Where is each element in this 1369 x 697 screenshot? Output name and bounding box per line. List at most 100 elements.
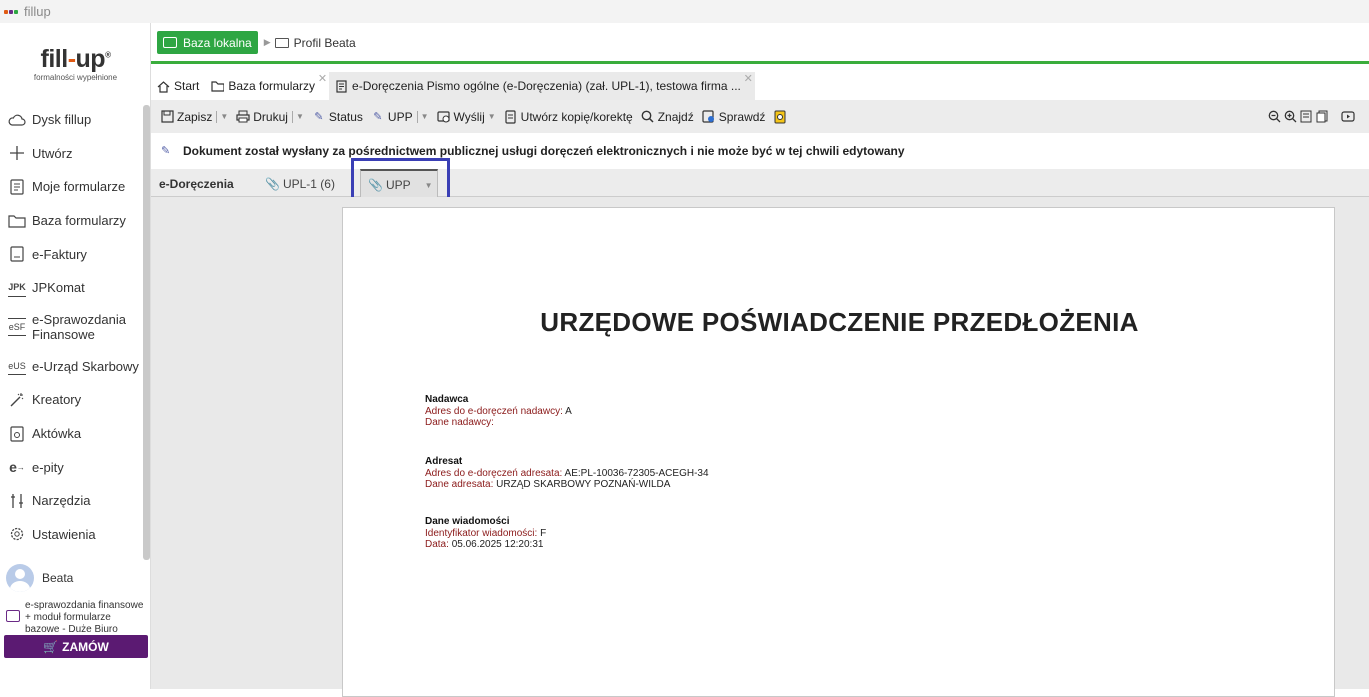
- tab-upp[interactable]: 📎 UPP ▼: [360, 169, 438, 199]
- home-icon: [157, 80, 170, 93]
- breadcrumb-profile[interactable]: Profil Beata: [274, 36, 356, 50]
- sidebar-item-baza-formularzy[interactable]: Baza formularzy: [0, 204, 143, 238]
- sidebar-item-moje-formularze[interactable]: Moje formularze: [0, 170, 143, 204]
- sidebar-item-aktowka[interactable]: Aktówka: [0, 417, 143, 451]
- sidebar-item-esprawozdania[interactable]: eSF e-Sprawozdania Finansowe: [0, 305, 143, 350]
- sidebar-item-label: Ustawienia: [32, 526, 96, 542]
- badge-icon: [773, 110, 787, 124]
- check-button[interactable]: Sprawdź: [702, 110, 765, 124]
- page-view-icon[interactable]: [1299, 109, 1313, 123]
- window-titlebar: fillup: [0, 0, 1369, 23]
- eus-icon: eUS: [8, 357, 26, 376]
- notice-text: Dokument został wysłany za pośrednictwem…: [183, 144, 905, 158]
- sidebar-item-label: e-Faktury: [32, 246, 87, 262]
- read-only-notice: ✎ Dokument został wysłany za pośrednictw…: [151, 133, 1369, 169]
- copy-correction-button[interactable]: Utwórz kopię/korektę: [504, 110, 633, 124]
- pages-icon[interactable]: [1315, 109, 1329, 123]
- chevron-down-icon[interactable]: ▼: [421, 112, 429, 121]
- folder-icon: [274, 37, 289, 48]
- magic-wand-icon: [8, 391, 26, 409]
- paperclip-icon: 📎: [368, 178, 383, 192]
- header-divider: [151, 61, 1369, 64]
- sidebar-item-label: Dysk fillup: [32, 112, 92, 128]
- sidebar-item-eurzad[interactable]: eUS e-Urząd Skarbowy: [0, 350, 143, 384]
- attachment-tabs-label: e-Doręczenia: [159, 177, 234, 191]
- sidebar-scrollbar[interactable]: [143, 105, 150, 560]
- logo: fill-up® formalności wypełnione: [0, 45, 151, 82]
- avatar: [6, 564, 34, 592]
- find-label: Znajdź: [657, 109, 694, 124]
- folder-icon: [211, 80, 225, 93]
- upp-label: UPP: [387, 109, 413, 124]
- document-icon: [335, 79, 348, 93]
- chevron-down-icon[interactable]: ▼: [220, 112, 228, 121]
- find-button[interactable]: Znajdź: [641, 110, 694, 124]
- chevron-right-icon: ▶: [263, 37, 271, 47]
- esf-icon: eSF: [8, 318, 26, 337]
- logo-brand-a: fill: [40, 45, 69, 73]
- document-title: URZĘDOWE POŚWIADCZENIE PRZEDŁOŻENIA: [540, 307, 1139, 337]
- status-button[interactable]: ✎ Status: [312, 110, 363, 124]
- order-button[interactable]: 🛒 ZAMÓW: [4, 635, 148, 658]
- sidebar-item-dysk[interactable]: Dysk fillup: [0, 103, 143, 137]
- chevron-down-icon[interactable]: ▼: [488, 112, 496, 121]
- tab-upl-1[interactable]: 📎 UPL-1 (6): [265, 177, 335, 191]
- plus-icon: [8, 144, 26, 162]
- upp-button[interactable]: ✎ UPP ▼: [371, 109, 429, 124]
- sender-address-value: A: [565, 405, 572, 417]
- recipient-heading: Adresat: [425, 456, 463, 467]
- save-button[interactable]: Zapisz ▼: [160, 110, 228, 124]
- app-logo-icon: [4, 7, 18, 17]
- tab-upp-label: UPP: [385, 178, 411, 192]
- toolbar-separator: [416, 110, 418, 123]
- message-date-key: Data:: [425, 539, 449, 550]
- sidebar-item-label: e-pity: [32, 459, 64, 475]
- sidebar-item-label: Narzędzia: [32, 493, 91, 509]
- sender-section: Nadawca Adres do e-doręczeń nadawcy: A D…: [425, 394, 572, 429]
- sender-data-key: Dane nadawcy:: [425, 417, 494, 428]
- zoom-out-icon[interactable]: [1267, 109, 1281, 123]
- sidebar-item-kreatory[interactable]: Kreatory: [0, 383, 143, 417]
- sidebar-nav: Dysk fillup Utwórz Moje formularze Baza …: [0, 103, 143, 551]
- logo-brand-dash: -: [67, 45, 76, 73]
- document-viewer[interactable]: URZĘDOWE POŚWIADCZENIE PRZEDŁOŻENIA Nada…: [151, 197, 1369, 697]
- send-button[interactable]: Wyślij ▼: [437, 110, 496, 124]
- tools-icon: [8, 492, 26, 510]
- briefcase-icon: [6, 610, 20, 622]
- video-icon[interactable]: [1341, 109, 1355, 123]
- sidebar-item-epity[interactable]: e → e-pity: [0, 450, 143, 484]
- chevron-down-icon[interactable]: ▼: [296, 112, 304, 121]
- tab-e-doreczenia[interactable]: e-Doręczenia Pismo ogólne (e-Doręczenia)…: [329, 72, 755, 100]
- close-icon[interactable]: ✕: [744, 72, 753, 85]
- sidebar-item-efaktury[interactable]: e-Faktury: [0, 237, 143, 271]
- toolbar-separator: [216, 110, 218, 123]
- sidebar-item-label: Moje formularze: [32, 179, 126, 195]
- window-title: fillup: [24, 4, 51, 19]
- zoom-in-icon[interactable]: [1283, 109, 1297, 123]
- sidebar-item-utworz[interactable]: Utwórz: [0, 137, 143, 171]
- print-button[interactable]: Drukuj ▼: [236, 110, 304, 124]
- printer-icon: [236, 110, 250, 124]
- cart-icon: 🛒: [43, 639, 59, 654]
- copy-icon: [504, 109, 518, 124]
- logo-reg: ®: [105, 50, 111, 60]
- close-icon[interactable]: ✕: [318, 72, 327, 85]
- chevron-down-icon[interactable]: ▼: [425, 181, 433, 190]
- sidebar-item-label: JPKomat: [32, 280, 85, 296]
- jpk-icon: JPK: [8, 279, 26, 297]
- sidebar-item-jpkomat[interactable]: JPK JPKomat: [0, 271, 143, 305]
- logo-brand-b: up: [75, 45, 106, 73]
- paperclip-icon: 📎: [265, 177, 280, 191]
- order-label: ZAMÓW: [62, 639, 109, 654]
- sidebar-item-ustawienia[interactable]: Ustawienia: [0, 518, 143, 552]
- cloud-icon: [8, 111, 26, 129]
- breadcrumb-local-label: Baza lokalna: [183, 35, 252, 50]
- upp-icon: ✎: [373, 111, 383, 123]
- breadcrumb-local-database[interactable]: Baza lokalna: [157, 31, 258, 54]
- user-info[interactable]: Beata: [6, 564, 73, 592]
- send-label: Wyślij: [453, 109, 485, 124]
- sidebar-item-narzedzia[interactable]: Narzędzia: [0, 484, 143, 518]
- extra-tool-button[interactable]: [773, 110, 790, 124]
- tab-baza-formularzy[interactable]: Baza formularzy ✕: [205, 72, 329, 100]
- tab-start[interactable]: Start: [151, 72, 205, 100]
